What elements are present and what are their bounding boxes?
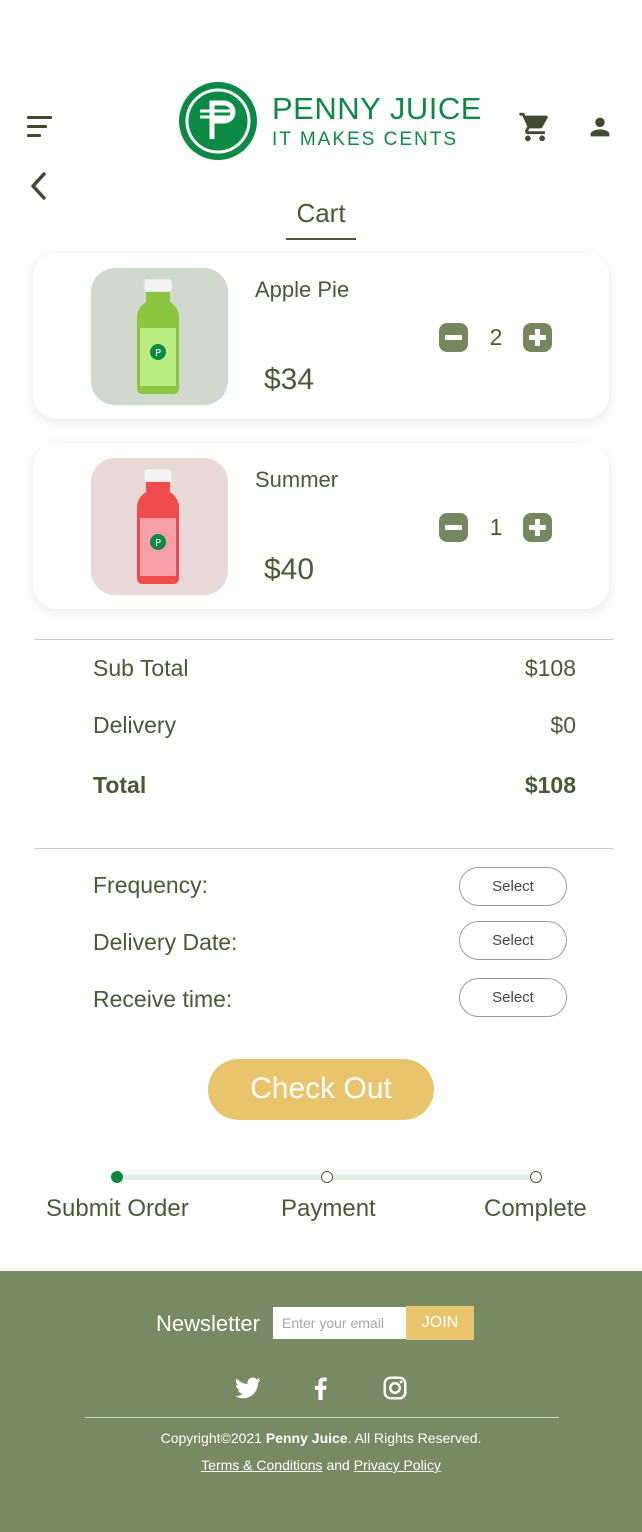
privacy-link[interactable]: Privacy Policy [354, 1457, 441, 1473]
join-button[interactable]: JOIN [406, 1306, 474, 1340]
total-label: Total [93, 772, 147, 798]
step-indicator-complete [530, 1171, 542, 1183]
frequency-label: Frequency: [93, 872, 209, 898]
total-value: $108 [524, 772, 576, 798]
brand-name: PENNY JUICE [272, 91, 482, 126]
instagram-icon[interactable] [382, 1375, 408, 1401]
newsletter-label: Newsletter [156, 1311, 260, 1336]
copyright-text: Copyright©2021 Penny Juice. All Rights R… [0, 1430, 642, 1446]
back-arrow-icon[interactable] [28, 170, 50, 202]
delivery-date-label: Delivery Date: [93, 929, 238, 955]
step-label-submit-order: Submit Order [46, 1195, 189, 1222]
brand-tagline: IT MAKES CENTS [272, 129, 459, 150]
svg-text:P: P [155, 538, 161, 549]
divider [34, 639, 613, 640]
terms-link[interactable]: Terms & Conditions [201, 1457, 322, 1473]
delivery-label: Delivery [93, 712, 177, 738]
copyright-brand: Penny Juice [265, 1430, 348, 1446]
receive-time-label: Receive time: [93, 986, 233, 1012]
title-underline [286, 238, 356, 240]
copyright-prefix: Copyright [160, 1430, 221, 1446]
divider [34, 848, 613, 849]
cart-item: P Summer $40 1 [33, 443, 609, 609]
footer-divider [85, 1417, 559, 1418]
frequency-select-button[interactable]: Select [459, 867, 567, 906]
subtotal-value: $108 [524, 655, 576, 681]
subtotal-label: Sub Total [93, 655, 189, 681]
receive-time-select-button[interactable]: Select [459, 978, 567, 1017]
user-icon[interactable] [586, 112, 614, 142]
copyright-year: 2021 [230, 1430, 262, 1446]
twitter-icon[interactable] [235, 1375, 261, 1401]
quantity-value: 2 [489, 324, 503, 350]
and-text: and [326, 1457, 350, 1473]
increase-quantity-button[interactable] [523, 323, 552, 352]
delivery-date-select-button[interactable]: Select [459, 921, 567, 960]
svg-text:P: P [155, 348, 161, 359]
product-price: $34 [264, 363, 315, 396]
product-name: Apple Pie [255, 277, 350, 302]
juice-bottle-icon: P [137, 278, 179, 394]
step-indicator-payment [321, 1171, 333, 1183]
menu-icon[interactable] [27, 116, 53, 138]
page-title: Cart [296, 198, 346, 228]
copyright-icon: © [220, 1430, 231, 1446]
quantity-value: 1 [489, 514, 503, 540]
footer: Newsletter JOIN Copyright©2021 Penny Jui… [0, 1271, 642, 1532]
step-label-complete: Complete [484, 1195, 587, 1222]
juice-bottle-icon: P [137, 468, 179, 584]
newsletter-email-input[interactable] [273, 1307, 406, 1339]
product-image: P [91, 268, 228, 405]
shopping-cart-icon[interactable] [518, 110, 552, 144]
penny-logo-icon [179, 82, 257, 160]
legal-links: Terms & Conditions and Privacy Policy [0, 1457, 642, 1473]
product-image: P [91, 458, 228, 595]
brand-logo[interactable]: PENNY JUICE IT MAKES CENTS [178, 81, 481, 161]
delivery-value: $0 [550, 712, 576, 738]
checkout-button[interactable]: Check Out [208, 1059, 434, 1120]
product-price: $40 [264, 553, 315, 586]
product-name: Summer [255, 467, 339, 492]
decrease-quantity-button[interactable] [439, 513, 468, 542]
facebook-icon[interactable] [308, 1375, 334, 1401]
step-indicator-submit-order [111, 1171, 123, 1183]
step-label-payment: Payment [281, 1195, 376, 1222]
copyright-suffix: . All Rights Reserved. [347, 1430, 482, 1446]
cart-item: P Apple Pie $34 2 [33, 253, 609, 419]
decrease-quantity-button[interactable] [439, 323, 468, 352]
increase-quantity-button[interactable] [523, 513, 552, 542]
